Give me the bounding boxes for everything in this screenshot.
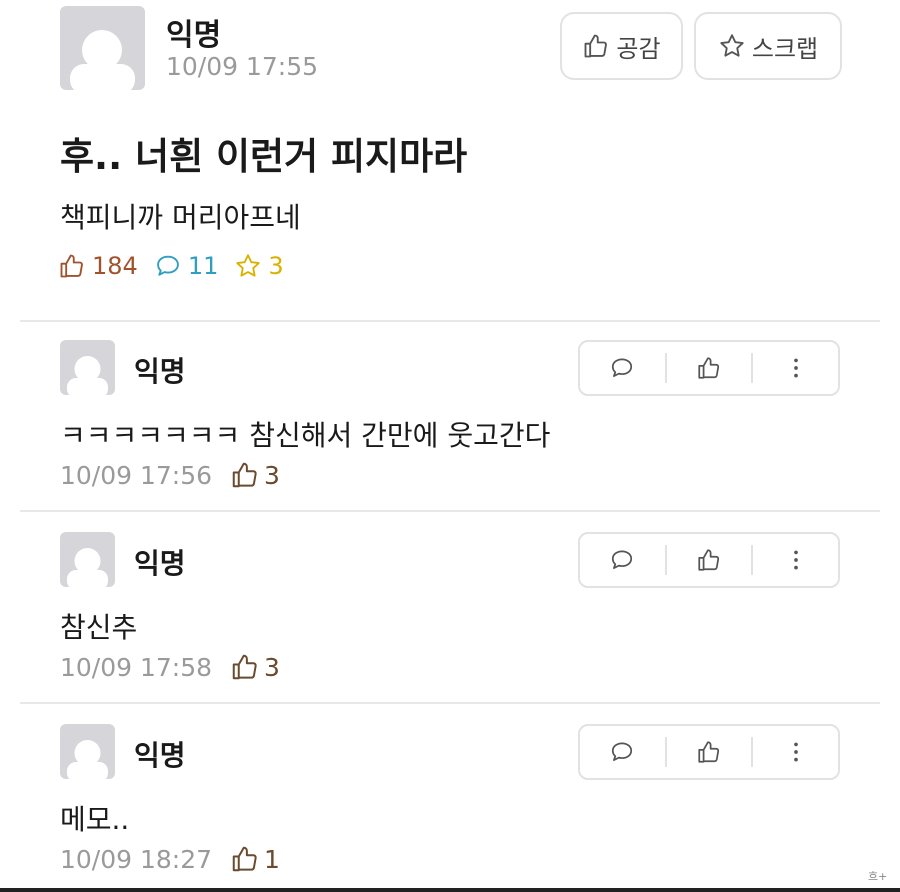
like-count-value: 184 — [92, 252, 138, 280]
comment-like-count: 3 — [230, 652, 280, 682]
avatar — [60, 724, 115, 779]
like-button-label: 공감 — [616, 34, 661, 63]
thumbs-up-icon — [698, 357, 720, 379]
post-author: 익명 — [166, 18, 222, 53]
comment-time: 10/09 17:56 — [60, 460, 213, 490]
comment-author: 익명 — [134, 547, 186, 580]
comment-item: 익명 메모.. 10/09 18:27 1 — [60, 724, 860, 892]
like-count: 184 — [58, 252, 138, 280]
thumbs-up-icon — [232, 462, 257, 488]
avatar — [60, 340, 115, 395]
scrap-button-label: 스크랩 — [751, 34, 819, 63]
comment-author: 익명 — [134, 355, 186, 388]
comment-like-value: 3 — [264, 460, 280, 490]
post-stats: 184 11 3 — [58, 252, 284, 280]
comment-item: 익명 ㅋㅋㅋㅋㅋㅋㅋ 참신해서 간만에 웃고간다 10/09 17:56 3 — [60, 340, 860, 520]
post-header: 익명 10/09 17:55 공감 스크랩 — [60, 6, 850, 96]
comment-like-value: 1 — [264, 844, 280, 874]
thumbs-up-icon — [60, 254, 83, 278]
comment-time: 10/09 17:58 — [60, 652, 213, 682]
comment-body: 메모.. — [60, 803, 130, 836]
scrap-button[interactable]: 스크랩 — [694, 12, 842, 80]
thumbs-up-icon — [232, 846, 257, 872]
more-vertical-icon — [793, 358, 798, 378]
thumbs-up-icon — [232, 654, 257, 680]
more-button[interactable] — [753, 726, 838, 778]
more-button[interactable] — [753, 534, 838, 586]
comment-actions — [578, 724, 840, 780]
thumbs-up-icon — [698, 741, 720, 763]
post-time: 10/09 17:55 — [166, 52, 319, 81]
comment-like-button[interactable] — [667, 342, 752, 394]
bottom-border — [0, 888, 900, 892]
scrap-count: 3 — [234, 252, 284, 280]
reply-button[interactable] — [580, 534, 665, 586]
reply-button[interactable] — [580, 726, 665, 778]
comment-like-count: 1 — [230, 844, 280, 874]
avatar-icon — [67, 548, 108, 587]
comment-actions — [578, 340, 840, 396]
speech-bubble-icon — [612, 550, 633, 569]
avatar — [60, 6, 145, 90]
comment-like-button[interactable] — [667, 534, 752, 586]
divider — [20, 320, 880, 322]
divider — [20, 510, 880, 512]
more-button[interactable] — [753, 342, 838, 394]
watermark: 흐+ — [868, 870, 888, 883]
comment-count-value: 11 — [187, 252, 219, 280]
comment-body: ㅋㅋㅋㅋㅋㅋㅋ 참신해서 간만에 웃고간다 — [60, 419, 551, 452]
scrap-count-value: 3 — [268, 252, 284, 280]
star-icon — [720, 34, 744, 57]
speech-bubble-icon — [156, 255, 179, 276]
comment-like-button[interactable] — [667, 726, 752, 778]
post-body: 책피니까 머리아프네 — [60, 201, 301, 234]
avatar-icon — [67, 740, 108, 779]
more-vertical-icon — [793, 742, 798, 762]
thumbs-up-icon — [698, 549, 720, 571]
comment-count: 11 — [154, 252, 219, 280]
comment-meta: 10/09 17:56 3 — [60, 460, 280, 490]
like-button[interactable]: 공감 — [560, 12, 683, 80]
divider — [20, 702, 880, 704]
comment-time: 10/09 18:27 — [60, 844, 213, 874]
comment-item: 익명 참신추 10/09 17:58 3 — [60, 532, 860, 712]
speech-bubble-icon — [612, 742, 633, 761]
comment-like-count: 3 — [230, 460, 280, 490]
avatar — [60, 532, 115, 587]
star-icon — [236, 254, 261, 277]
post-title: 후.. 너흰 이런거 피지마라 — [60, 135, 468, 178]
avatar-icon — [67, 356, 108, 395]
comment-actions — [578, 532, 840, 588]
comment-author: 익명 — [134, 739, 186, 772]
more-vertical-icon — [793, 550, 798, 570]
thumbs-up-icon — [584, 34, 608, 58]
avatar-icon — [70, 30, 135, 90]
comment-meta: 10/09 17:58 3 — [60, 652, 280, 682]
comment-body: 참신추 — [60, 611, 138, 644]
reply-button[interactable] — [580, 342, 665, 394]
comment-like-value: 3 — [264, 652, 280, 682]
speech-bubble-icon — [612, 358, 633, 377]
comment-meta: 10/09 18:27 1 — [60, 844, 280, 874]
